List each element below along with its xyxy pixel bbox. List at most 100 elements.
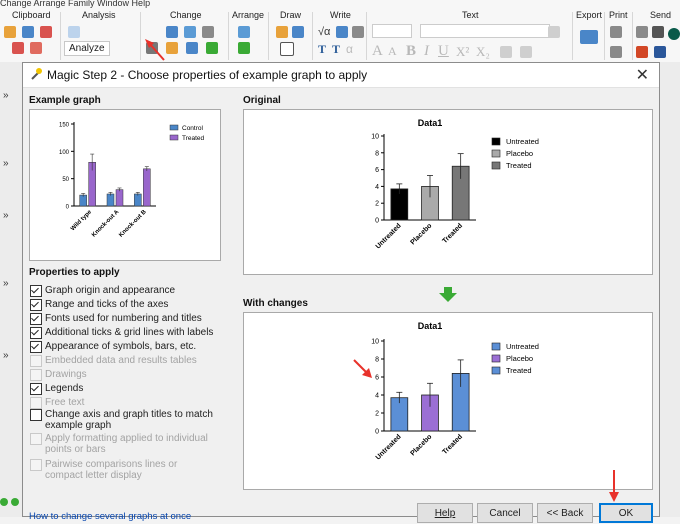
back-button[interactable]: << Back bbox=[537, 503, 593, 523]
copy-icon[interactable] bbox=[22, 26, 34, 38]
italic-icon[interactable]: I bbox=[424, 43, 429, 60]
y-tick-label: 100 bbox=[59, 150, 70, 156]
property-label: Additional ticks & grid lines with label… bbox=[45, 327, 214, 338]
text-tool-icon[interactable]: T bbox=[318, 42, 326, 57]
legend-label: Untreated bbox=[506, 137, 539, 146]
property-checkbox[interactable] bbox=[30, 341, 42, 353]
settings-icon[interactable] bbox=[652, 26, 664, 38]
property-checkbox[interactable] bbox=[30, 383, 42, 395]
word-icon[interactable] bbox=[654, 46, 666, 58]
menubar: Change Arrange Family Window Help bbox=[0, 0, 680, 8]
draw-arrow-icon[interactable] bbox=[276, 26, 288, 38]
rectangle-icon[interactable] bbox=[280, 42, 294, 56]
expand-icon[interactable]: » bbox=[3, 90, 9, 101]
property-checkbox[interactable] bbox=[30, 313, 42, 325]
x-tick-label: Placebo bbox=[409, 222, 433, 246]
legend-swatch bbox=[491, 161, 501, 170]
property-checkbox-row[interactable]: Graph origin and appearance bbox=[30, 285, 215, 297]
ok-button[interactable]: OK bbox=[599, 503, 653, 523]
superscript-icon[interactable]: X² bbox=[456, 44, 469, 60]
legend-label: Untreated bbox=[506, 342, 539, 351]
analysis-table-icon[interactable] bbox=[68, 26, 80, 38]
property-label: Change axis and graph titles to match ex… bbox=[45, 409, 213, 431]
property-checkbox-row[interactable]: Change axis and graph titles to match ex… bbox=[30, 409, 215, 431]
property-checkbox-row[interactable]: Additional ticks & grid lines with label… bbox=[30, 327, 215, 339]
property-checkbox[interactable] bbox=[30, 285, 42, 297]
cut-icon[interactable] bbox=[40, 26, 52, 38]
y-tick-label: 4 bbox=[375, 184, 379, 191]
bold-icon[interactable]: B bbox=[406, 43, 416, 60]
text-align-icon[interactable] bbox=[500, 46, 512, 58]
property-checkbox-row[interactable]: Fonts used for numbering and titles bbox=[30, 313, 215, 325]
expand-icon[interactable]: » bbox=[3, 350, 9, 361]
rotate-icon[interactable] bbox=[202, 26, 214, 38]
go-icon[interactable] bbox=[11, 498, 19, 506]
with-changes-heading: With changes bbox=[243, 298, 308, 309]
help-button[interactable]: Help bbox=[417, 503, 473, 523]
y-tick-label: 8 bbox=[375, 150, 379, 157]
print-preview-icon[interactable] bbox=[610, 46, 622, 58]
x-tick-label: Knock-out B bbox=[118, 209, 148, 239]
print-icon[interactable] bbox=[610, 26, 622, 38]
x-tick-label: Treated bbox=[442, 222, 465, 245]
expand-icon[interactable]: » bbox=[3, 278, 9, 289]
align-icon[interactable] bbox=[238, 26, 250, 38]
expand-icon[interactable]: » bbox=[3, 158, 9, 169]
color-scheme-icon[interactable] bbox=[206, 42, 218, 54]
property-checkbox-row[interactable]: Range and ticks of the axes bbox=[30, 299, 215, 311]
delete-icon[interactable] bbox=[30, 42, 42, 54]
bar bbox=[106, 193, 115, 207]
x-tick-label: Untreated bbox=[375, 222, 403, 250]
cancel-button[interactable]: Cancel bbox=[477, 503, 533, 523]
group-icon[interactable] bbox=[238, 42, 250, 54]
font-size-select[interactable] bbox=[420, 24, 550, 38]
draw-shape-icon[interactable] bbox=[292, 26, 304, 38]
insert-object-icon[interactable] bbox=[352, 26, 364, 38]
subscript-icon[interactable]: X₂ bbox=[476, 44, 490, 60]
powerpoint-icon[interactable] bbox=[636, 46, 648, 58]
x-tick-label: Treated bbox=[442, 433, 465, 456]
close-icon[interactable]: ✕ bbox=[636, 65, 649, 85]
font-family-select[interactable] bbox=[372, 24, 412, 38]
legend-label: Placebo bbox=[506, 354, 533, 363]
property-checkbox bbox=[30, 397, 42, 409]
property-checkbox-row[interactable]: Legends bbox=[30, 383, 215, 395]
underline-icon[interactable]: U bbox=[438, 43, 449, 60]
y-tick-label: 0 bbox=[66, 205, 70, 211]
property-checkbox-row: Drawings bbox=[30, 369, 215, 381]
paste-icon[interactable] bbox=[4, 26, 16, 38]
go-icon[interactable] bbox=[0, 498, 8, 506]
ribbon-group-send: Send bbox=[650, 10, 672, 20]
grow-font-icon[interactable]: A bbox=[372, 43, 383, 60]
greek-icon[interactable]: α bbox=[346, 42, 353, 56]
format-axes-icon[interactable] bbox=[186, 42, 198, 54]
analyze-button[interactable]: Analyze bbox=[64, 41, 110, 56]
legend-label: Treated bbox=[182, 135, 205, 142]
property-label: Apply formatting applied to individual p… bbox=[45, 433, 208, 455]
property-checkbox-row: Free text bbox=[30, 397, 215, 409]
property-checkbox-row[interactable]: Appearance of symbols, bars, etc. bbox=[30, 341, 215, 353]
property-label: Drawings bbox=[45, 369, 87, 380]
ribbon-toolbar: Clipboard Analysis Change Arrange Draw W… bbox=[0, 8, 680, 63]
ribbon-group-clipboard: Clipboard bbox=[12, 10, 51, 20]
dialog-title: Magic Step 2 - Choose properties of exam… bbox=[47, 68, 368, 82]
analyze-label: Analyze bbox=[69, 43, 105, 54]
font-color-icon[interactable] bbox=[548, 26, 560, 38]
equation-icon[interactable]: √α bbox=[318, 26, 330, 38]
export-icon[interactable] bbox=[580, 30, 598, 44]
property-checkbox[interactable] bbox=[30, 327, 42, 339]
text-box-icon[interactable]: T bbox=[332, 42, 340, 57]
property-checkbox[interactable] bbox=[30, 409, 42, 421]
new-sheet-icon[interactable] bbox=[12, 42, 24, 54]
cloud-icon[interactable] bbox=[668, 28, 680, 40]
list-icon[interactable] bbox=[520, 46, 532, 58]
property-checkbox bbox=[30, 369, 42, 381]
shrink-font-icon[interactable]: A bbox=[388, 44, 397, 59]
original-heading: Original bbox=[243, 95, 281, 106]
email-icon[interactable] bbox=[636, 26, 648, 38]
axis-icon[interactable] bbox=[184, 26, 196, 38]
properties-heading: Properties to apply bbox=[29, 267, 120, 278]
property-checkbox[interactable] bbox=[30, 299, 42, 311]
expand-icon[interactable]: » bbox=[3, 210, 9, 221]
write-text-icon[interactable] bbox=[336, 26, 348, 38]
